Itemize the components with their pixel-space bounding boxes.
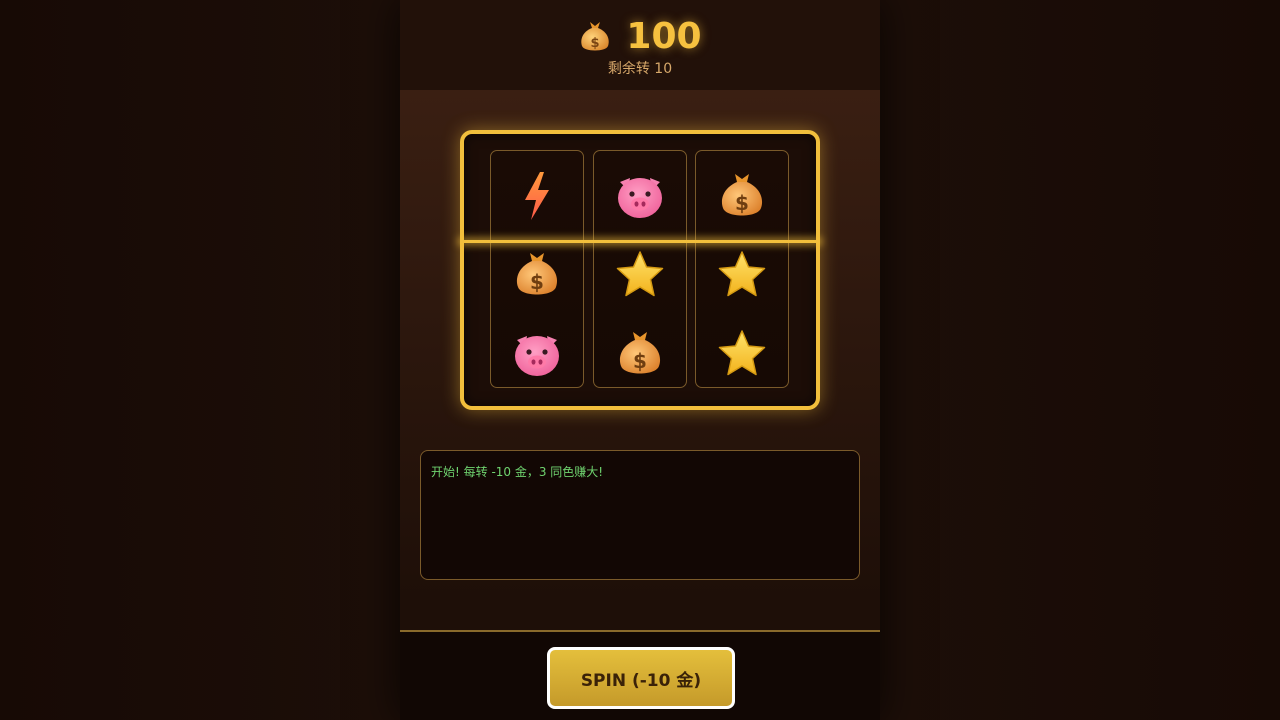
payline — [460, 240, 820, 243]
reel-window: $ $ $ — [460, 130, 820, 410]
reel-1: $ — [490, 150, 584, 388]
star-icon — [696, 315, 788, 393]
svg-text:$: $ — [591, 36, 600, 51]
slot-machine-app: $ 100 剩余转 10 $ $ $ 开始! 每转 -10 金，3 同色赚大! … — [400, 0, 880, 720]
money-bag-icon: $ — [594, 315, 686, 393]
pig-icon — [491, 315, 583, 393]
star-icon — [696, 236, 788, 314]
reel-3: $ — [695, 150, 789, 388]
coin-count: 100 — [626, 15, 702, 57]
remaining-spins: 剩余转 10 — [607, 61, 673, 77]
money-bag-icon: $ — [696, 157, 788, 235]
svg-text:$: $ — [735, 191, 749, 215]
reel-2: $ — [593, 150, 687, 388]
message-log: 开始! 每转 -10 金，3 同色赚大! — [420, 450, 860, 580]
pig-icon — [594, 157, 686, 235]
svg-text:$: $ — [633, 349, 647, 373]
lightning-icon — [491, 157, 583, 235]
header: $ 100 剩余转 10 — [400, 0, 880, 90]
star-icon — [594, 236, 686, 314]
money-bag-icon: $ — [578, 18, 612, 54]
spin-button[interactable]: SPIN (-10 金) — [547, 647, 735, 709]
coin-balance: $ 100 — [400, 14, 880, 58]
svg-text:$: $ — [530, 270, 544, 294]
page: $ 100 剩余转 10 $ $ $ 开始! 每转 -10 金，3 同色赚大! … — [0, 0, 1280, 720]
footer: SPIN (-10 金) — [400, 630, 880, 720]
money-bag-icon: $ — [491, 236, 583, 314]
log-line: 开始! 每转 -10 金，3 同色赚大! — [431, 465, 604, 479]
